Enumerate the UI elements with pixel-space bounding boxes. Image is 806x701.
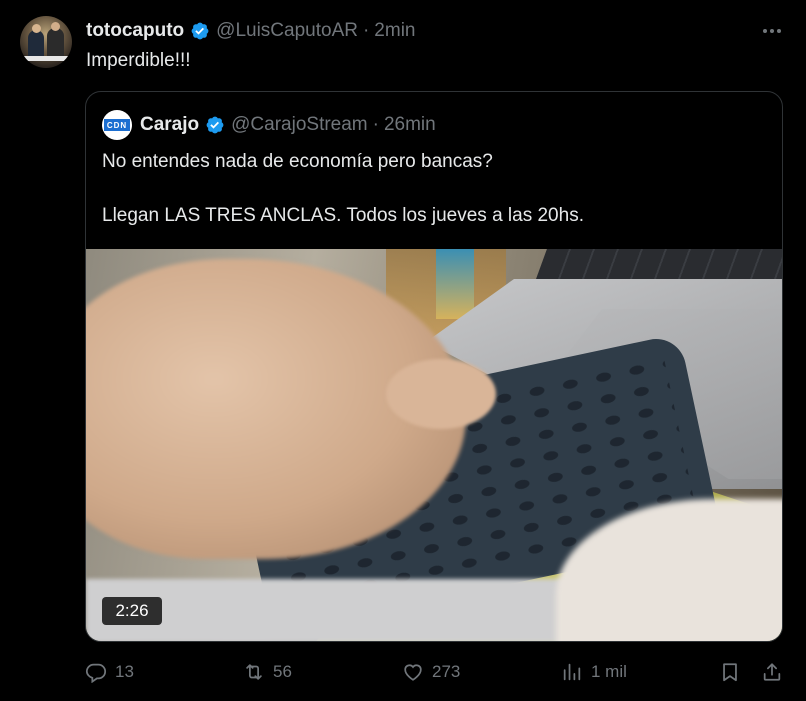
like-icon xyxy=(404,664,422,681)
video-player[interactable]: 2:26 xyxy=(86,249,782,641)
quoted-display-name[interactable]: Carajo xyxy=(140,114,199,136)
avatar[interactable] xyxy=(20,16,72,68)
share-button[interactable] xyxy=(761,654,783,690)
reply-button[interactable]: 13 xyxy=(85,654,134,690)
timestamp[interactable]: 2min xyxy=(374,20,415,42)
like-button[interactable]: 273 xyxy=(402,654,460,690)
quoted-header: CDN Carajo @CarajoStream · 26min xyxy=(102,110,436,140)
retweet-count: 56 xyxy=(273,662,292,681)
like-count: 273 xyxy=(432,662,461,681)
video-duration: 2:26 xyxy=(102,597,162,625)
bookmark-icon xyxy=(723,663,737,682)
views-count: 1 mil xyxy=(591,662,627,681)
quoted-tweet[interactable]: CDN Carajo @CarajoStream · 26min No ente… xyxy=(85,91,783,642)
views-icon xyxy=(563,663,581,681)
views-button[interactable]: 1 mil xyxy=(561,654,627,690)
tweet[interactable]: totocaputo @LuisCaputoAR · 2min Imperdib… xyxy=(0,0,806,701)
more-icon[interactable] xyxy=(759,19,785,43)
author-handle[interactable]: @LuisCaputoAR xyxy=(216,20,358,42)
author-display-name[interactable]: totocaputo xyxy=(86,20,184,42)
quoted-paragraph: No entendes nada de economía pero bancas… xyxy=(102,151,493,172)
verified-badge-icon[interactable] xyxy=(188,20,210,42)
verified-badge-icon xyxy=(203,114,225,136)
separator: · xyxy=(362,20,370,41)
tweet-text: Imperdible!!! xyxy=(86,50,191,71)
quoted-text: No entendes nada de economía pero bancas… xyxy=(102,148,772,229)
retweet-icon xyxy=(246,664,262,680)
share-icon xyxy=(763,663,781,681)
separator: · xyxy=(372,114,379,135)
retweet-button[interactable]: 56 xyxy=(243,654,292,690)
quoted-avatar[interactable]: CDN xyxy=(102,110,132,140)
quoted-logo: CDN xyxy=(104,119,130,131)
quoted-paragraph: Llegan LAS TRES ANCLAS. Todos los jueves… xyxy=(102,205,584,226)
action-bar: 13 56 273 1 mil xyxy=(0,654,806,690)
reply-icon xyxy=(85,663,107,683)
quoted-timestamp[interactable]: 26min xyxy=(384,114,436,136)
reply-count: 13 xyxy=(115,662,134,681)
bookmark-button[interactable] xyxy=(719,654,741,690)
quoted-handle[interactable]: @CarajoStream xyxy=(231,114,368,136)
tweet-header: totocaputo @LuisCaputoAR · 2min xyxy=(86,19,415,43)
